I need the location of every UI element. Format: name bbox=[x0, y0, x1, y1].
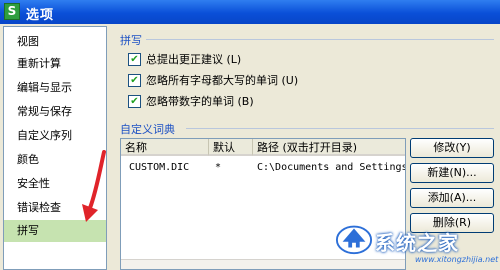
option-label: 忽略所有字母都大写的单词 (U) bbox=[146, 74, 299, 87]
option-label: 忽略带数字的单词 (B) bbox=[146, 95, 254, 108]
sidebar-item-error-checking[interactable]: 错误检查 bbox=[4, 197, 106, 219]
sidebar-item-security[interactable]: 安全性 bbox=[4, 173, 106, 195]
spelling-group-title: 拼写 bbox=[120, 34, 142, 47]
sidebar-item-view[interactable]: 视图 bbox=[4, 31, 106, 53]
options-category-list[interactable]: 视图 重新计算 编辑与显示 常规与保存 自定义序列 颜色 安全性 错误检查 拼写 bbox=[3, 26, 107, 270]
checkbox-ignore-uppercase[interactable]: ✔ bbox=[128, 74, 141, 87]
dictionary-row-default[interactable]: * bbox=[215, 160, 235, 175]
add-button[interactable]: 添加(A)... bbox=[410, 188, 494, 208]
title-bar[interactable]: S 选项 bbox=[0, 0, 500, 24]
sidebar-item-edit-display[interactable]: 编辑与显示 bbox=[4, 77, 106, 99]
spelling-group-divider bbox=[146, 39, 494, 40]
new-button[interactable]: 新建(N)... bbox=[410, 163, 494, 183]
column-header-name[interactable]: 名称 bbox=[121, 139, 209, 156]
dictionary-row-path[interactable]: C:\Documents and Settings\ bbox=[257, 160, 405, 175]
window-title: 选项 bbox=[26, 8, 55, 23]
checkbox-suggest-corrections[interactable]: ✔ bbox=[128, 53, 141, 66]
watermark-text: 系统之家 bbox=[375, 231, 459, 255]
watermark: 系统之家 www.xitongzhijia.net bbox=[335, 215, 500, 270]
sidebar-item-recalculate[interactable]: 重新计算 bbox=[4, 53, 106, 75]
watermark-url: www.xitongzhijia.net bbox=[415, 255, 499, 264]
sidebar-item-color[interactable]: 颜色 bbox=[4, 149, 106, 171]
dictionary-row-name[interactable]: CUSTOM.DIC bbox=[129, 160, 209, 175]
watermark-logo-icon bbox=[335, 225, 373, 255]
checkbox-ignore-numbers[interactable]: ✔ bbox=[128, 95, 141, 108]
sidebar-item-general-save[interactable]: 常规与保存 bbox=[4, 101, 106, 123]
dictionary-group-divider bbox=[186, 128, 494, 129]
option-label: 总提出更正建议 (L) bbox=[146, 53, 242, 66]
sidebar-item-custom-lists[interactable]: 自定义序列 bbox=[4, 125, 106, 147]
modify-button[interactable]: 修改(Y) bbox=[410, 138, 494, 158]
column-header-default[interactable]: 默认 bbox=[209, 139, 253, 156]
dictionary-group-title: 自定义词典 bbox=[120, 123, 175, 136]
app-icon: S bbox=[4, 3, 20, 20]
sidebar-item-spelling[interactable]: 拼写 bbox=[4, 220, 106, 242]
column-header-path[interactable]: 路径 (双击打开目录) bbox=[253, 139, 405, 156]
